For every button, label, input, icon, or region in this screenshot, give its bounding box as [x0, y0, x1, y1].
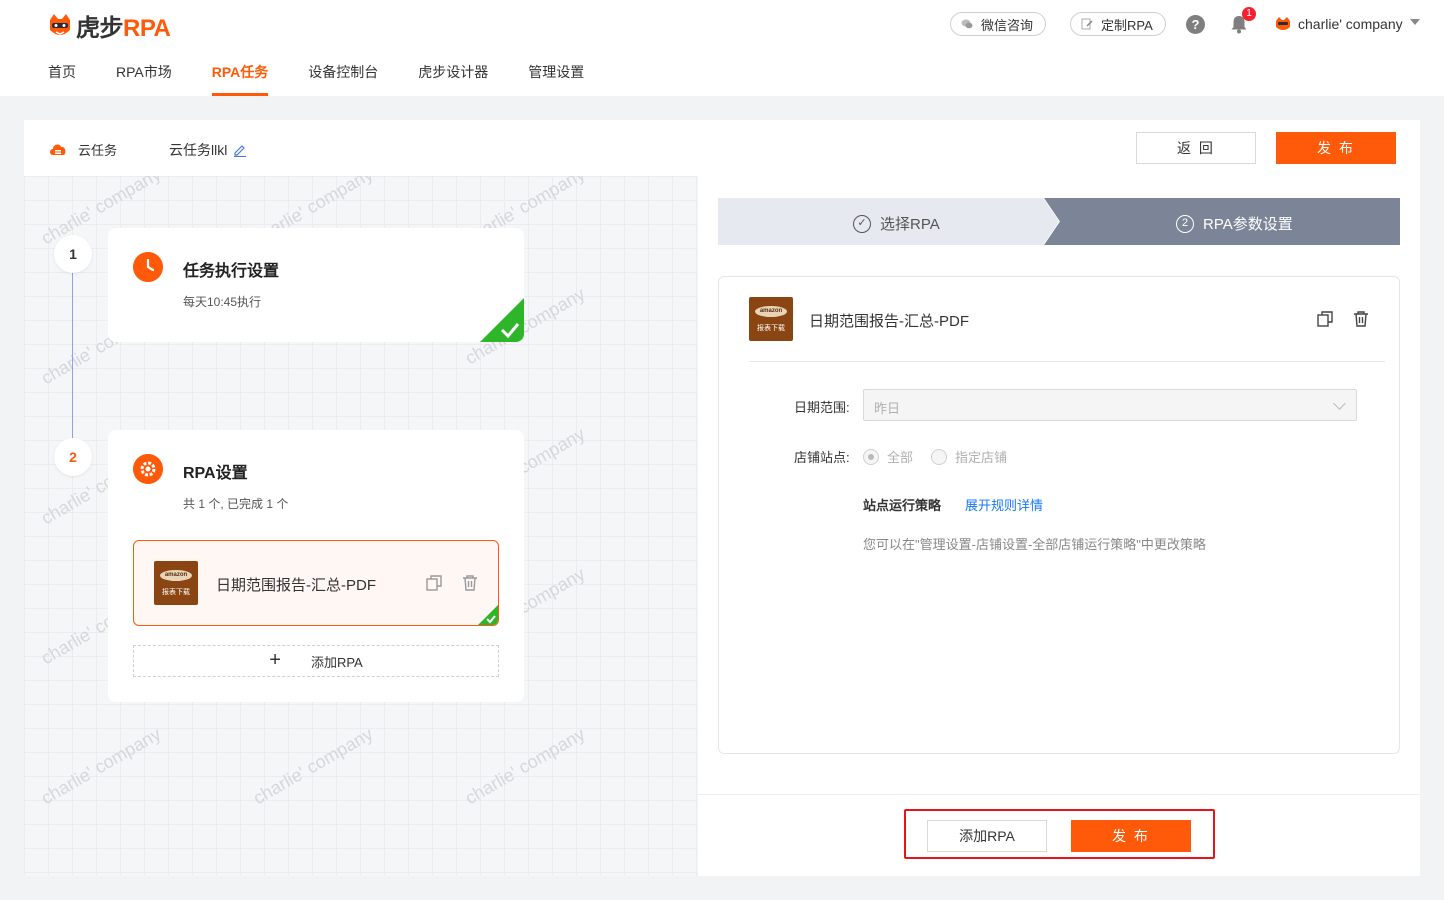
task-header-bar: 云任务 云任务llkl 返 回 发 布 — [24, 120, 1420, 176]
step-number-1: 1 — [54, 235, 92, 273]
footer-divider — [698, 794, 1420, 795]
nav-rpa-tasks[interactable]: RPA任务 — [211, 62, 268, 96]
card-title: 任务执行设置 — [183, 263, 280, 280]
custom-rpa-label: 定制RPA — [1101, 17, 1153, 33]
card-title: RPA设置 — [183, 465, 248, 482]
amazon-report-thumbnail: amazon 报表下载 — [749, 297, 793, 341]
watermark: charlie' company — [249, 723, 377, 809]
pencil-icon[interactable] — [233, 143, 247, 157]
thumb-caption: 报表下载 — [162, 589, 190, 596]
check-circle-icon: ✓ — [853, 214, 871, 233]
check-corner-icon — [480, 298, 524, 342]
custom-rpa-button[interactable]: 定制RPA — [1070, 12, 1166, 36]
step-select-rpa[interactable]: ✓ 选择RPA — [853, 213, 940, 234]
nav-admin-settings[interactable]: 管理设置 — [528, 62, 584, 96]
app-logo[interactable]: 虎步RPA — [46, 8, 171, 43]
user-menu[interactable]: charlie' company — [1274, 15, 1420, 33]
radio-circle — [931, 448, 947, 465]
radio-all-label: 全部 — [887, 450, 914, 465]
nav-home[interactable]: 首页 — [48, 62, 76, 96]
radio-all: 全部 — [863, 447, 913, 466]
top-bar: 虎步RPA 首页 RPA市场 RPA任务 设备控制台 虎步设计器 管理设置 微信… — [0, 0, 1444, 96]
radio-circle — [863, 448, 879, 465]
chevron-down-icon — [1333, 397, 1346, 410]
radio-specific-label: 指定店铺 — [955, 450, 1008, 465]
wechat-icon — [961, 19, 973, 29]
cloud-task-breadcrumb[interactable]: 云任务 — [78, 140, 117, 159]
stepper-background — [718, 198, 1400, 245]
amazon-report-thumbnail: amazon 报表下载 — [154, 561, 198, 605]
back-button[interactable]: 返 回 — [1136, 132, 1256, 164]
clock-icon — [133, 252, 163, 282]
workflow-canvas: charlie' company charlie' company charli… — [24, 176, 698, 876]
edit-doc-icon — [1081, 18, 1093, 30]
tiger-logo-icon — [50, 13, 70, 35]
nav-device-console[interactable]: 设备控制台 — [308, 62, 378, 96]
trash-icon[interactable] — [1352, 310, 1370, 328]
trash-icon[interactable] — [461, 574, 479, 592]
step-label: 选择RPA — [880, 216, 940, 233]
step-connector — [72, 266, 73, 446]
thumb-brand: amazon — [755, 306, 787, 317]
step-rpa-params[interactable]: 2 RPA参数设置 — [1176, 213, 1293, 234]
avatar — [1276, 17, 1290, 30]
page-bottom — [0, 876, 1444, 900]
rpa-config-panel: ✓ 选择RPA 2 RPA参数设置 amazon 报表下载 日期范围报告-汇总-… — [698, 176, 1420, 876]
step-number-2: 2 — [54, 438, 92, 476]
cloud-icon — [50, 144, 66, 155]
step-label: RPA参数设置 — [1203, 216, 1293, 233]
wechat-consult-label: 微信咨询 — [981, 17, 1034, 33]
divider — [749, 361, 1385, 362]
schedule-text: 每天10:45执行 — [183, 295, 262, 309]
main-nav: 首页 RPA市场 RPA任务 设备控制台 虎步设计器 管理设置 — [48, 62, 624, 96]
thumb-caption: 报表下载 — [757, 325, 785, 332]
watermark: charlie' company — [461, 723, 589, 809]
date-range-label: 日期范围: — [794, 400, 850, 415]
wechat-consult-button[interactable]: 微信咨询 — [950, 12, 1047, 36]
watermark: charlie' company — [37, 723, 165, 809]
rpa-params-box: amazon 报表下载 日期范围报告-汇总-PDF 日期范围: 昨日 店铺站点:… — [718, 276, 1400, 754]
site-policy-title: 站点运行策略 — [863, 498, 942, 513]
rpa-name: 日期范围报告-汇总-PDF — [809, 313, 969, 330]
date-range-value: 昨日 — [874, 401, 901, 416]
nav-designer[interactable]: 虎步设计器 — [418, 62, 488, 96]
expand-rules-link[interactable]: 展开规则详情 — [965, 495, 1043, 514]
rpa-count-text: 共 1 个, 已完成 1 个 — [183, 497, 289, 511]
thumb-brand: amazon — [160, 570, 192, 581]
gear-icon — [133, 454, 163, 484]
rpa-item-card[interactable]: amazon 报表下载 日期范围报告-汇总-PDF — [133, 540, 499, 626]
step-number-circle: 2 — [1176, 214, 1194, 233]
notification-badge: 1 — [1242, 7, 1256, 21]
user-name: charlie' company — [1298, 16, 1403, 32]
radio-specific-store: 指定店铺 — [931, 447, 1007, 466]
check-corner-icon — [478, 605, 498, 625]
rpa-item-name: 日期范围报告-汇总-PDF — [216, 577, 376, 594]
task-name-text: 云任务llkl — [169, 142, 228, 158]
task-name: 云任务llkl — [169, 140, 247, 160]
add-rpa-button[interactable]: + 添加RPA — [133, 645, 499, 677]
add-rpa-label: 添加RPA — [310, 654, 363, 670]
help-icon[interactable]: ? — [1186, 15, 1205, 34]
date-range-select: 昨日 — [863, 389, 1357, 421]
policy-hint: 您可以在"管理设置-店铺设置-全部店铺运行策略"中更改策略 — [863, 537, 1206, 552]
store-site-label: 店铺站点: — [794, 450, 850, 465]
chevron-down-icon — [1409, 19, 1420, 25]
highlight-frame — [904, 809, 1215, 859]
rpa-settings-card: RPA设置 共 1 个, 已完成 1 个 amazon 报表下载 日期范围报告-… — [108, 430, 524, 702]
nav-rpa-market[interactable]: RPA市场 — [116, 62, 172, 96]
task-execution-card[interactable]: 任务执行设置 每天10:45执行 — [108, 228, 524, 342]
copy-icon[interactable] — [1316, 310, 1334, 328]
logo-text: 虎步RPA — [76, 15, 171, 42]
copy-icon[interactable] — [425, 574, 443, 592]
publish-button[interactable]: 发 布 — [1276, 132, 1396, 164]
plus-icon: + — [269, 648, 281, 671]
